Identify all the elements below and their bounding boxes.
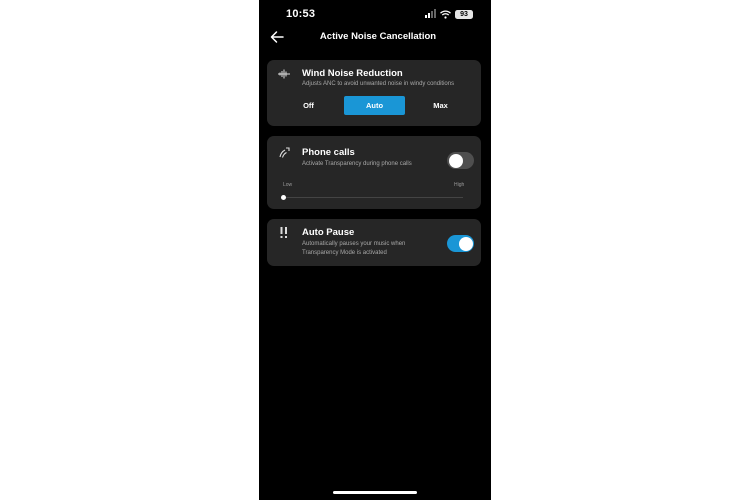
auto-pause-description-line1: Automatically pauses your music when <box>302 241 406 247</box>
transparency-slider-handle[interactable] <box>281 195 286 200</box>
auto-pause-card: Auto Pause Automatically pauses your mus… <box>267 219 481 266</box>
battery-icon: 93 <box>455 9 473 19</box>
wind-noise-title: Wind Noise Reduction <box>302 68 403 79</box>
home-indicator[interactable] <box>333 491 417 494</box>
phone-screen: 10:53 93 Active Noise Cancellation Wind … <box>259 0 491 500</box>
wind-option-max[interactable]: Max <box>410 96 471 115</box>
toggle-knob <box>458 236 473 251</box>
nav-bar: Active Noise Cancellation <box>259 26 491 48</box>
wifi-icon <box>440 9 451 19</box>
status-icons: 93 <box>425 9 473 19</box>
phone-calls-description: Activate Transparency during phone calls <box>302 161 412 167</box>
signal-icon <box>425 9 436 18</box>
status-time: 10:53 <box>286 8 316 20</box>
wind-icon <box>278 69 290 79</box>
pause-alert-icon <box>280 227 287 238</box>
page-title: Active Noise Cancellation <box>319 31 437 42</box>
phone-calls-title: Phone calls <box>302 147 355 158</box>
auto-pause-toggle[interactable] <box>447 235 474 252</box>
wind-noise-description: Adjusts ANC to avoid unwanted noise in w… <box>302 81 455 87</box>
slider-low-label: Low <box>283 182 293 188</box>
auto-pause-description-line2: Transparency Mode is activated <box>302 250 387 256</box>
wind-noise-card: Wind Noise Reduction Adjusts ANC to avoi… <box>267 60 481 126</box>
phone-calls-toggle[interactable] <box>447 152 474 169</box>
wind-option-off[interactable]: Off <box>278 96 339 115</box>
auto-pause-title: Auto Pause <box>302 227 355 238</box>
status-bar: 10:53 93 <box>259 0 491 28</box>
phone-transparency-icon <box>279 147 290 158</box>
transparency-slider-track[interactable] <box>283 197 463 198</box>
wind-option-auto[interactable]: Auto <box>344 96 405 115</box>
toggle-knob <box>448 153 463 168</box>
phone-calls-card: Phone calls Activate Transparency during… <box>267 136 481 209</box>
slider-high-label: High <box>454 182 465 188</box>
